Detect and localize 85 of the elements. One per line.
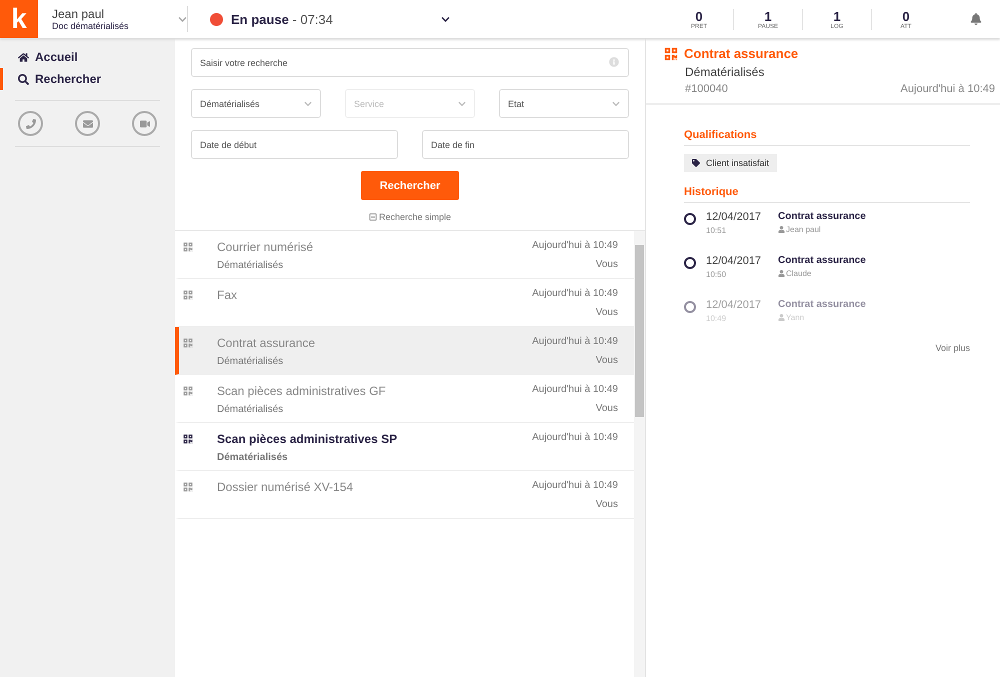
search-button[interactable]: Rechercher (361, 171, 459, 200)
result-time: Aujourd'hui à 10:49 (532, 336, 618, 347)
history-user: Claude (786, 269, 812, 278)
bell-icon[interactable] (970, 13, 982, 25)
history-time: 10:50 (706, 270, 728, 279)
qualification-tag: Client insatisfait (684, 154, 778, 172)
info-icon (609, 57, 619, 67)
user-icon (778, 314, 785, 321)
tag-icon (692, 159, 700, 167)
result-category: Dématérialisés (217, 260, 284, 271)
history-date: 12/04/2017 (706, 255, 762, 267)
phone-icon[interactable] (18, 111, 43, 136)
detail-title: Contrat assurance (684, 46, 798, 61)
counter-value: 1 (833, 8, 841, 24)
chevron-down-icon (458, 100, 466, 108)
timeline-dot (684, 301, 696, 313)
counter-value: 0 (902, 8, 910, 24)
qr-code-icon (183, 386, 193, 396)
user-icon (778, 270, 785, 277)
home-icon (18, 52, 29, 62)
result-time: Aujourd'hui à 10:49 (532, 240, 618, 251)
chevron-down-icon[interactable] (178, 14, 187, 24)
result-title: Scan pièces administratives GF (217, 384, 387, 398)
nav-item[interactable]: Accueil (0, 46, 175, 68)
result-author: Vous (596, 259, 618, 270)
detail-time: Aujourd'hui à 10:49 (900, 83, 995, 95)
history-date: 12/04/2017 (706, 299, 762, 311)
user-icon (778, 226, 785, 233)
result-category: Dématérialisés (217, 452, 289, 463)
logo: k (0, 0, 38, 38)
history-title: Contrat assurance (778, 255, 866, 266)
result-title: Fax (217, 288, 238, 302)
result-item[interactable]: Contrat assurance Dématérialisés Aujourd'hui à 10:49 Vous (175, 327, 634, 375)
result-time: Aujourd'hui à 10:49 (532, 288, 618, 299)
collapse-icon (368, 213, 377, 221)
search-icon (18, 74, 29, 84)
qr-code-icon (183, 434, 193, 444)
result-title: Dossier numérisé XV-154 (217, 480, 354, 494)
date-field[interactable]: Date de début (191, 130, 398, 159)
result-author: Vous (596, 307, 618, 318)
result-time: Aujourd'hui à 10:49 (532, 384, 618, 395)
counter-value: 0 (695, 8, 703, 24)
video-camera-icon[interactable] (132, 111, 157, 136)
history-title: Contrat assurance (778, 299, 866, 310)
chevron-down-icon (612, 100, 620, 108)
timeline-dot (684, 257, 696, 269)
section-title: Historique (684, 186, 970, 203)
nav-item[interactable]: Rechercher (0, 68, 175, 90)
result-author: Vous (596, 355, 618, 366)
history-user: Jean paul (786, 225, 821, 234)
qr-code-icon (664, 46, 678, 60)
timeline-dot (684, 213, 696, 225)
result-time: Aujourd'hui à 10:49 (532, 432, 618, 443)
date-field[interactable]: Date de fin (422, 130, 629, 159)
history-title: Contrat assurance (778, 211, 866, 222)
user-group: Doc dématérialisés (52, 21, 174, 31)
result-title: Contrat assurance (217, 336, 316, 350)
result-title: Scan pièces administratives SP (217, 432, 398, 446)
result-category: Dématérialisés (217, 356, 284, 367)
simple-search-link[interactable]: Recherche simple (368, 212, 452, 222)
result-title: Courrier numérisé (217, 240, 314, 254)
result-author: Vous (596, 499, 618, 510)
qr-code-icon (183, 242, 193, 252)
user-name: Jean paul (52, 7, 106, 21)
qr-code-icon (183, 338, 193, 348)
see-more-link[interactable]: Voir plus (935, 343, 970, 353)
qr-code-icon (183, 290, 193, 300)
result-time: Aujourd'hui à 10:49 (532, 480, 618, 491)
history-date: 12/04/2017 (706, 211, 762, 223)
detail-category: Dématérialisés (684, 65, 766, 79)
result-category: Dématérialisés (217, 404, 284, 415)
chevron-down-icon (304, 100, 312, 108)
select-field[interactable]: Dématérialisés (191, 89, 321, 118)
detail-id: #100040 (685, 83, 728, 95)
search-field[interactable]: Saisir votre recherche (191, 48, 629, 77)
qr-code-icon (183, 482, 193, 492)
envelope-icon[interactable] (75, 111, 100, 136)
section-title: Qualifications (684, 129, 970, 146)
history-time: 10:51 (706, 226, 728, 235)
chevron-down-icon (441, 14, 450, 24)
result-author: Vous (596, 403, 618, 414)
counter-value: 1 (764, 8, 772, 24)
select-field[interactable]: Etat (499, 89, 629, 118)
status-dropdown[interactable]: En pause - 07:34 (210, 12, 450, 26)
scrollbar[interactable] (634, 231, 645, 677)
